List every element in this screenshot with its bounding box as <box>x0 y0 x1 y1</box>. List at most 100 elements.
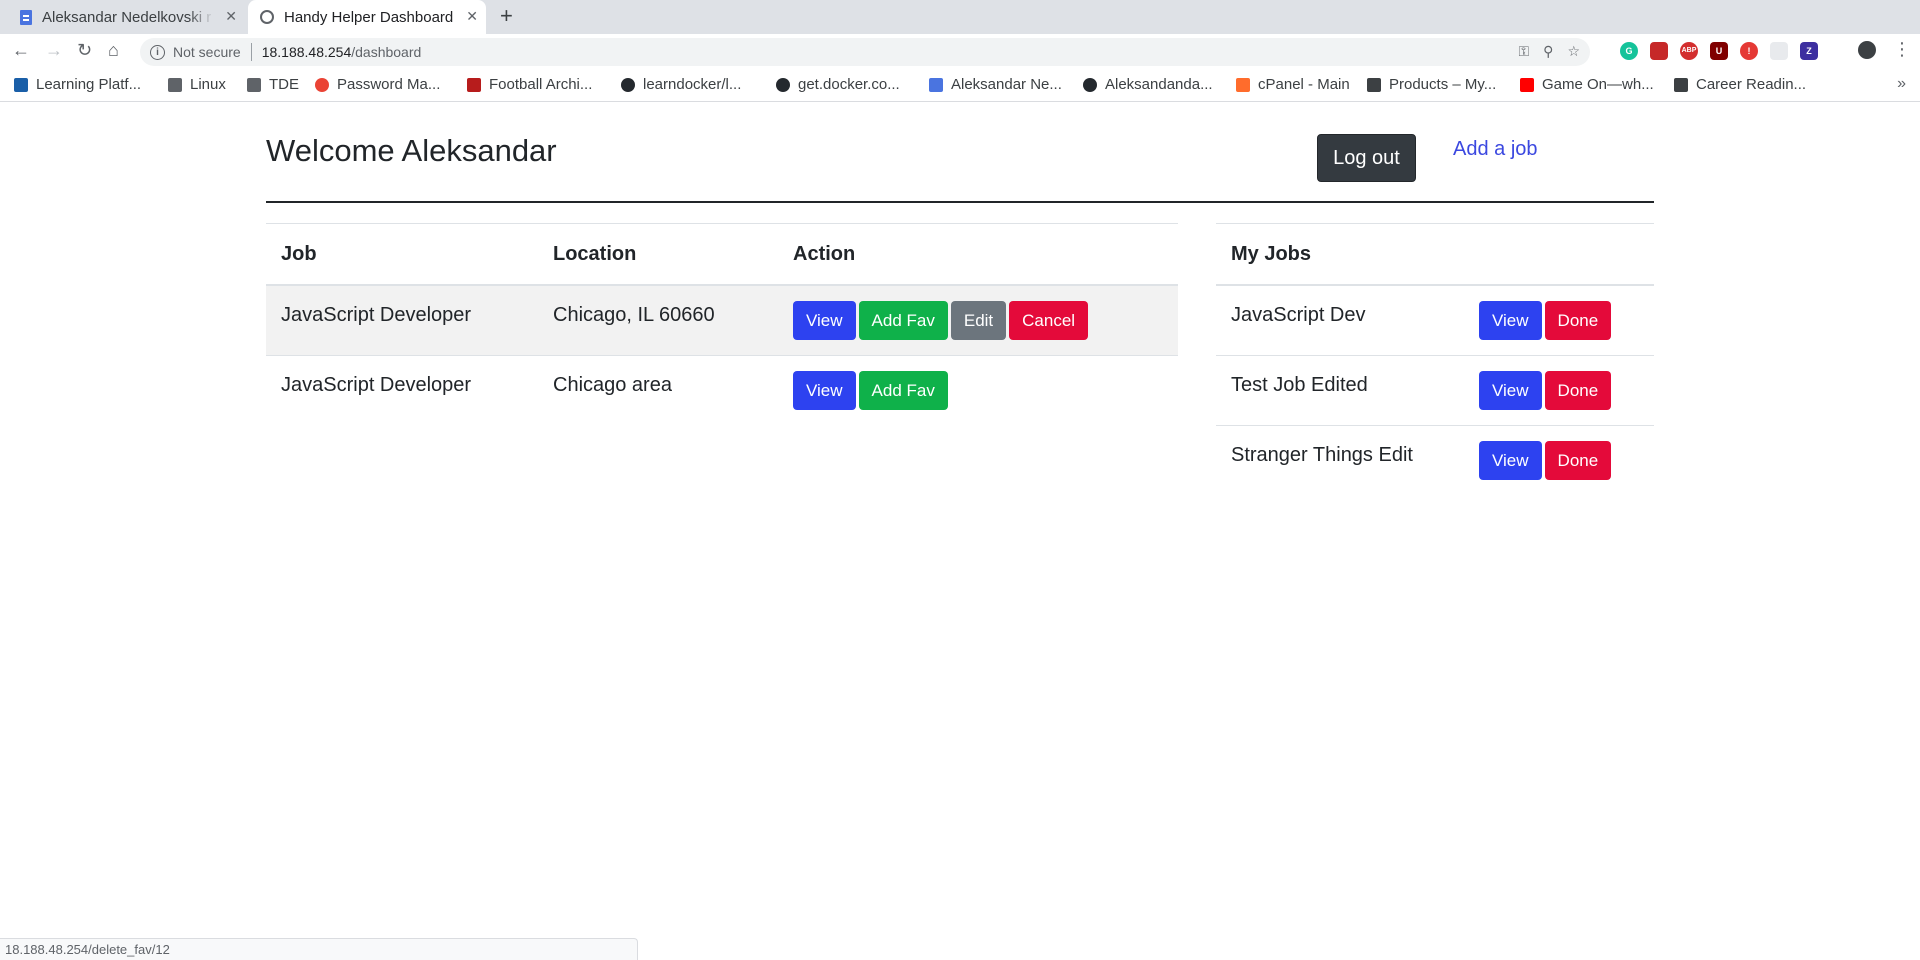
doc-icon <box>20 9 32 25</box>
browser-tab-2[interactable]: Handy Helper Dashboard ✕ <box>248 0 486 34</box>
url-path: /dashboard <box>351 44 422 60</box>
bookmark-item[interactable]: get.docker.co... <box>776 76 900 93</box>
add-job-link[interactable]: Add a job <box>1453 138 1538 161</box>
status-bar-url: 18.188.48.254/delete_fav/12 <box>0 938 638 960</box>
info-icon[interactable]: i <box>150 44 165 60</box>
browser-toolbar: ← → ↻ ⌂ i Not secure 18.188.48.254 /dash… <box>0 34 1920 70</box>
grammarly-icon[interactable]: G <box>1620 42 1638 60</box>
table-row: JavaScript Developer Chicago, IL 60660 V… <box>266 284 1178 356</box>
add-fav-button[interactable]: Add Fav <box>858 371 948 410</box>
view-button[interactable]: View <box>1479 371 1542 410</box>
action-cell: View Done <box>1464 355 1654 426</box>
cpanel-icon <box>1236 77 1250 92</box>
my-jobs-table: My Jobs JavaScript Dev View Done Test Job… <box>1216 223 1654 495</box>
bookmark-item[interactable]: Learning Platf... <box>14 76 141 93</box>
adblock-icon[interactable]: ABP <box>1680 42 1698 60</box>
view-button[interactable]: View <box>1479 301 1542 340</box>
job-cell: JavaScript Developer <box>266 355 538 425</box>
edit-button[interactable]: Edit <box>950 301 1007 340</box>
forward-arrow-icon[interactable]: → <box>45 40 63 61</box>
chevron-double-right-icon[interactable]: » <box>1897 75 1906 93</box>
page-body: Welcome Aleksandar Log out Add a job Job… <box>0 102 1920 960</box>
action-cell: View Done <box>1464 425 1654 495</box>
shield-icon[interactable]: ! <box>1740 42 1758 60</box>
view-button[interactable]: View <box>793 301 856 340</box>
job-cell: JavaScript Developer <box>266 284 538 356</box>
tab-strip: Aleksandar Nedelkovski r ✕ Handy Helper … <box>0 0 1920 34</box>
blank-ext-icon[interactable] <box>1770 42 1788 60</box>
location-cell: Chicago area <box>538 355 778 425</box>
tab-title: Aleksandar Nedelkovski r <box>42 8 212 26</box>
profile-avatar[interactable] <box>1858 41 1876 59</box>
bookmarks-bar: Learning Platf... Linux TDE Password Ma.… <box>0 70 1920 102</box>
action-cell: View Done <box>1464 284 1654 356</box>
done-button[interactable]: Done <box>1544 441 1612 480</box>
ts-icon <box>467 77 481 92</box>
table-row: Test Job Edited View Done <box>1216 355 1654 426</box>
tab-title: Handy Helper Dashboard <box>284 8 454 26</box>
page-title: Welcome Aleksandar <box>266 133 557 168</box>
done-button[interactable]: Done <box>1544 301 1612 340</box>
youtube-icon <box>1520 77 1534 92</box>
github-icon <box>776 77 790 92</box>
reload-icon[interactable]: ↻ <box>77 40 92 61</box>
address-bar[interactable]: i Not secure 18.188.48.254 /dashboard ⚿ … <box>140 38 1590 66</box>
globe-icon <box>260 10 274 24</box>
bookmark-ext-icon[interactable] <box>1650 42 1668 60</box>
ublock-icon[interactable]: U <box>1710 42 1728 60</box>
github-icon <box>621 77 635 92</box>
bookmark-item[interactable]: Products – My... <box>1367 76 1496 93</box>
my-job-name: Test Job Edited <box>1216 355 1464 426</box>
my-job-name: Stranger Things Edit <box>1216 425 1464 495</box>
bookmark-item[interactable]: Linux <box>168 76 226 93</box>
bookmark-item[interactable]: Game On—wh... <box>1520 76 1654 93</box>
zotero-icon[interactable]: Z <box>1800 42 1818 60</box>
b-icon <box>1367 77 1381 92</box>
column-header: Job <box>266 223 538 286</box>
bookmark-item[interactable]: learndocker/l... <box>621 76 741 93</box>
menu-dots-icon[interactable]: ⋮ <box>1893 39 1911 60</box>
logout-button[interactable]: Log out <box>1317 134 1416 182</box>
address-separator <box>250 43 252 61</box>
location-cell: Chicago, IL 60660 <box>538 284 778 356</box>
google-icon <box>315 77 329 92</box>
table-row: JavaScript Dev View Done <box>1216 284 1654 356</box>
key-icon[interactable]: ⚿ <box>1519 43 1530 60</box>
folder-icon <box>168 77 182 92</box>
close-icon[interactable]: ✕ <box>225 8 237 25</box>
bookmark-item[interactable]: Aleksandar Ne... <box>929 76 1062 93</box>
github-icon <box>1083 77 1097 92</box>
table-row: Stranger Things Edit View Done <box>1216 425 1654 495</box>
bookmark-item[interactable]: cPanel - Main <box>1236 76 1350 93</box>
bookmark-item[interactable]: Password Ma... <box>315 76 440 93</box>
back-arrow-icon[interactable]: ← <box>12 40 30 61</box>
browser-tab-1[interactable]: Aleksandar Nedelkovski r ✕ <box>10 0 245 34</box>
grid-icon <box>14 77 28 92</box>
omnibox-actions: ⚿ ⚲ ☆ <box>1519 43 1580 60</box>
security-label: Not secure <box>173 44 241 60</box>
bookmark-item[interactable]: TDE <box>247 76 299 93</box>
view-button[interactable]: View <box>793 371 856 410</box>
star-icon[interactable]: ☆ <box>1567 43 1580 60</box>
action-cell: View Add Fav <box>778 355 1178 425</box>
view-button[interactable]: View <box>1479 441 1542 480</box>
home-icon[interactable]: ⌂ <box>108 40 119 61</box>
bookmark-item[interactable]: Aleksandanda... <box>1083 76 1213 93</box>
table-header-row: My Jobs <box>1216 223 1654 286</box>
header-divider <box>266 201 1654 203</box>
url-host: 18.188.48.254 <box>261 44 352 60</box>
done-button[interactable]: Done <box>1544 371 1612 410</box>
bookmark-item[interactable]: Football Archi... <box>467 76 592 93</box>
new-tab-icon[interactable]: + <box>500 3 513 29</box>
add-fav-button[interactable]: Add Fav <box>858 301 948 340</box>
bookmark-icon <box>1674 77 1688 92</box>
column-header: Action <box>778 223 1178 286</box>
column-header: My Jobs <box>1216 223 1654 286</box>
zoom-icon[interactable]: ⚲ <box>1543 43 1553 60</box>
my-job-name: JavaScript Dev <box>1216 284 1464 356</box>
close-icon[interactable]: ✕ <box>466 8 478 25</box>
bookmark-item[interactable]: Career Readin... <box>1674 76 1806 93</box>
action-cell: View Add Fav Edit Cancel <box>778 284 1178 356</box>
cancel-button[interactable]: Cancel <box>1009 301 1089 340</box>
jobs-table: Job Location Action JavaScript Developer… <box>266 223 1178 425</box>
